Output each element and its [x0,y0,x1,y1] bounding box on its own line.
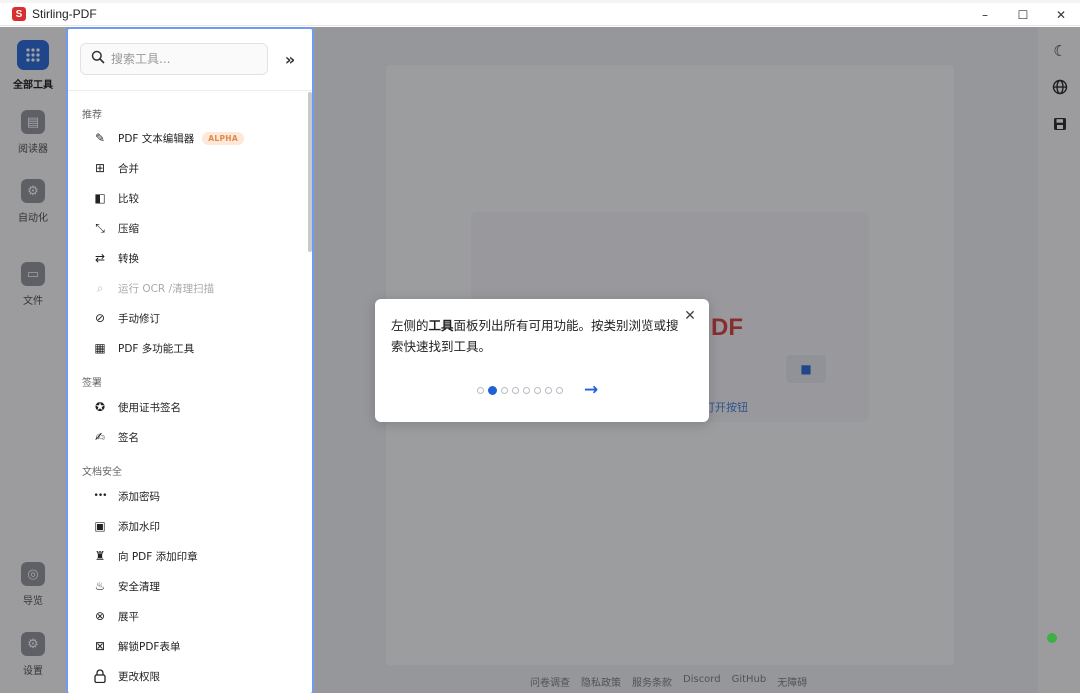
section-title-signing: 签署 [82,378,102,389]
password-icon: ••• [93,491,108,501]
tool-add-stamp[interactable]: ♜ 向 PDF 添加印章 [92,546,198,566]
close-window-button[interactable]: ✕ [1042,3,1080,26]
redact-icon: ⊘ [94,311,106,325]
tool-change-permissions[interactable]: 更改权限 [92,666,160,686]
section-title-security: 文档安全 [82,467,122,478]
bottom-strip [0,693,1080,699]
tool-label: 向 PDF 添加印章 [118,550,198,563]
app-logo-icon: S [12,7,26,21]
alpha-badge: ALPHA [202,131,244,145]
title-bar: S Stirling-PDF – ☐ ✕ [0,3,1080,26]
tool-add-watermark[interactable]: ▣ 添加水印 [92,516,160,536]
next-step-button[interactable]: → [584,380,598,400]
tool-label: 添加密码 [118,490,160,503]
search-input[interactable] [111,52,261,66]
lock-icon [92,668,108,684]
tour-step-dot[interactable] [488,386,497,395]
tool-label: 更改权限 [118,670,160,683]
tool-label: 展平 [118,610,139,623]
signature-icon: ✍ [94,430,106,444]
window-controls: – ☐ ✕ [966,3,1080,26]
tool-add-password[interactable]: ••• 添加密码 [92,486,160,506]
window-title: Stirling-PDF [32,7,97,21]
tool-convert[interactable]: ⇄ 转换 [92,248,139,268]
minimize-button[interactable]: – [966,3,1004,26]
merge-icon: ⊞ [94,161,106,175]
multi-tool-icon: ▦ [94,341,106,355]
search-icon [91,50,105,68]
tool-label: 使用证书签名 [118,401,181,414]
tool-label: 转换 [118,252,139,265]
tour-step-dot[interactable] [545,387,552,394]
certificate-icon: ✪ [94,400,106,414]
tool-flatten[interactable]: ⊗ 展平 [92,606,139,626]
tool-label: 签名 [118,431,139,444]
tool-cert-sign[interactable]: ✪ 使用证书签名 [92,397,181,417]
tool-merge[interactable]: ⊞ 合并 [92,158,139,178]
tour-step-dot[interactable] [477,387,484,394]
tour-step-dot[interactable] [523,387,530,394]
tool-label: 运行 OCR /清理扫描 [118,282,215,295]
tool-label: PDF 文本编辑器 [118,132,195,145]
tour-step-dot[interactable] [556,387,563,394]
unlock-form-icon: ⊠ [94,639,106,653]
compare-icon: ◧ [94,191,106,205]
compress-icon: ⤡ [95,220,105,235]
tour-step-dot[interactable] [512,387,519,394]
tour-step-dot[interactable] [534,387,541,394]
watermark-icon: ▣ [94,519,106,533]
collapse-panel-button[interactable]: » [278,47,302,71]
tool-label: 压缩 [118,222,139,235]
tool-pdf-text-editor[interactable]: ✎ PDF 文本编辑器 ALPHA [92,128,244,148]
tool-redact[interactable]: ⊘ 手动修订 [92,308,160,328]
tool-sign[interactable]: ✍ 签名 [92,427,139,447]
tool-compare[interactable]: ◧ 比较 [92,188,139,208]
tool-sanitize[interactable]: ♨ 安全清理 [92,576,160,596]
tool-search-row: » [68,29,312,91]
convert-icon: ⇄ [94,251,106,265]
tool-panel: » 推荐 ✎ PDF 文本编辑器 ALPHA ⊞ 合并 ◧ 比较 ⤡ 压缩 ⇄ … [66,27,314,695]
sanitize-icon: ♨ [94,579,106,593]
tool-label: 手动修订 [118,312,160,325]
tool-label: 解锁PDF表单 [118,640,181,653]
tool-label: 添加水印 [118,520,160,533]
tool-compress[interactable]: ⤡ 压缩 [92,218,139,238]
maximize-button[interactable]: ☐ [1004,3,1042,26]
tool-list-scrollbar[interactable] [308,92,312,252]
stamp-icon: ♜ [94,549,106,563]
close-icon[interactable]: ✕ [682,308,698,324]
ocr-icon: ⌕ [96,280,104,295]
tour-step-dot[interactable] [501,387,508,394]
tool-label: 比较 [118,192,139,205]
tool-label: 合并 [118,162,139,175]
flatten-icon: ⊗ [94,609,106,623]
tour-step-dots [477,386,563,395]
search-field[interactable] [80,43,268,75]
status-indicator [1047,633,1057,643]
tool-label: 安全清理 [118,580,160,593]
section-title-recommended: 推荐 [82,110,102,121]
tour-message: 左侧的工具面板列出所有可用功能。按类别浏览或搜索快速找到工具。 [391,318,679,354]
tool-label: PDF 多功能工具 [118,342,195,355]
tool-unlock-form[interactable]: ⊠ 解锁PDF表单 [92,636,181,656]
tool-ocr[interactable]: ⌕ 运行 OCR /清理扫描 [92,278,214,298]
tool-multi-tool[interactable]: ▦ PDF 多功能工具 [92,338,194,358]
edit-icon: ✎ [94,131,106,145]
tour-tooltip: 左侧的工具面板列出所有可用功能。按类别浏览或搜索快速找到工具。 ✕ → [375,299,709,422]
